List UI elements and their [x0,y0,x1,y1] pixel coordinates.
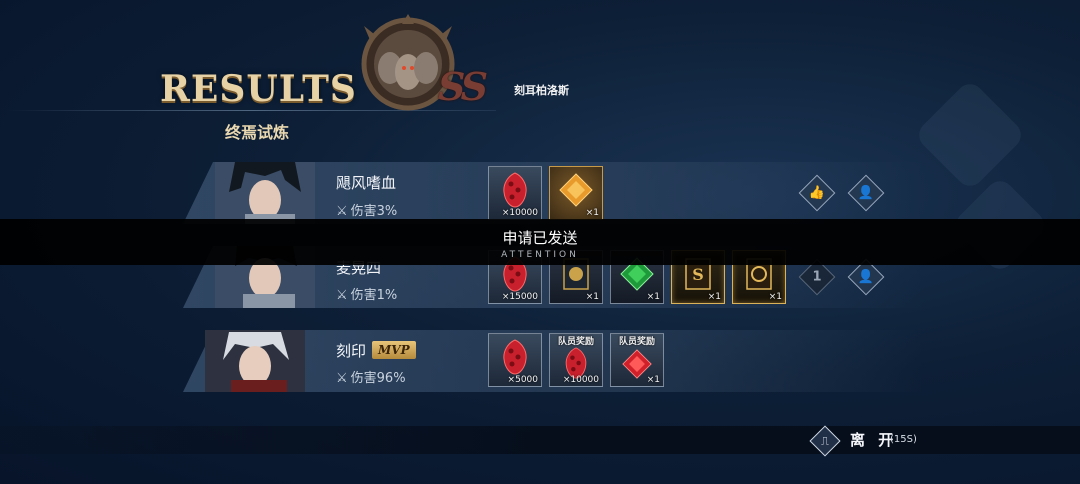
player-portrait [215,162,315,224]
reward-item[interactable]: ×5000 [488,333,542,387]
red-crystal-icon [503,172,527,208]
item-count: ×10000 [501,208,538,218]
add-friend-icon: 👤 [857,185,875,201]
crossed-swords-icon: ⚔ [336,204,348,219]
thumbs-up-icon: 👍 [808,185,826,201]
item-count: ×10000 [562,375,599,385]
item-count: ×5000 [507,375,538,385]
team-reward-tag: 队员奖励 [618,337,656,347]
boss-name: 刻耳柏洛斯 [514,84,569,97]
reward-item[interactable]: ×10000 [488,166,542,220]
leave-timer: (15S) [890,434,917,445]
crossed-swords-icon: ⚔ [336,371,348,386]
reward-item[interactable]: ×1 [549,166,603,220]
item-count: ×1 [646,292,660,302]
player-name: 飓风嗜血 [336,174,397,192]
player-name: 刻印 MVP [336,340,416,361]
stage-name: 终焉试炼 [225,123,290,142]
toast-subtitle: ATTENTION [501,250,579,260]
exit-door-icon: ⎍ [809,425,841,457]
item-count: ×1 [768,292,782,302]
item-count: ×15000 [501,292,538,302]
item-count: ×1 [585,292,599,302]
mvp-badge: MVP [372,341,416,359]
svg-text:S: S [692,265,704,284]
leave-button[interactable]: ⎍ 离 开 (15S) [808,425,938,457]
item-count: ×1 [646,375,660,385]
like-count: 1 [812,269,822,285]
background-decor [913,78,1027,192]
toast-message: 申请已发送 [502,229,578,247]
player-portrait [205,330,305,392]
damage-stat: ⚔ 伤害1% [336,288,398,303]
reward-item[interactable]: 队员奖励 ×10000 [549,333,603,387]
orange-diamond-icon [559,173,593,207]
toast-notification: 申请已发送 ATTENTION [0,219,1080,265]
reward-item[interactable]: 队员奖励 ×1 [610,333,664,387]
red-crystal-icon [503,339,527,375]
team-reward-tag: 队员奖励 [557,337,595,347]
crossed-swords-icon: ⚔ [336,288,348,303]
item-count: ×1 [707,292,721,302]
item-count: ×1 [585,208,599,218]
grade-badge: SS [438,64,488,109]
damage-stat: ⚔ 伤害3% [336,204,398,219]
damage-stat: ⚔ 伤害96% [336,371,406,386]
results-title: RESULTS [160,68,357,110]
add-friend-icon: 👤 [857,269,875,285]
